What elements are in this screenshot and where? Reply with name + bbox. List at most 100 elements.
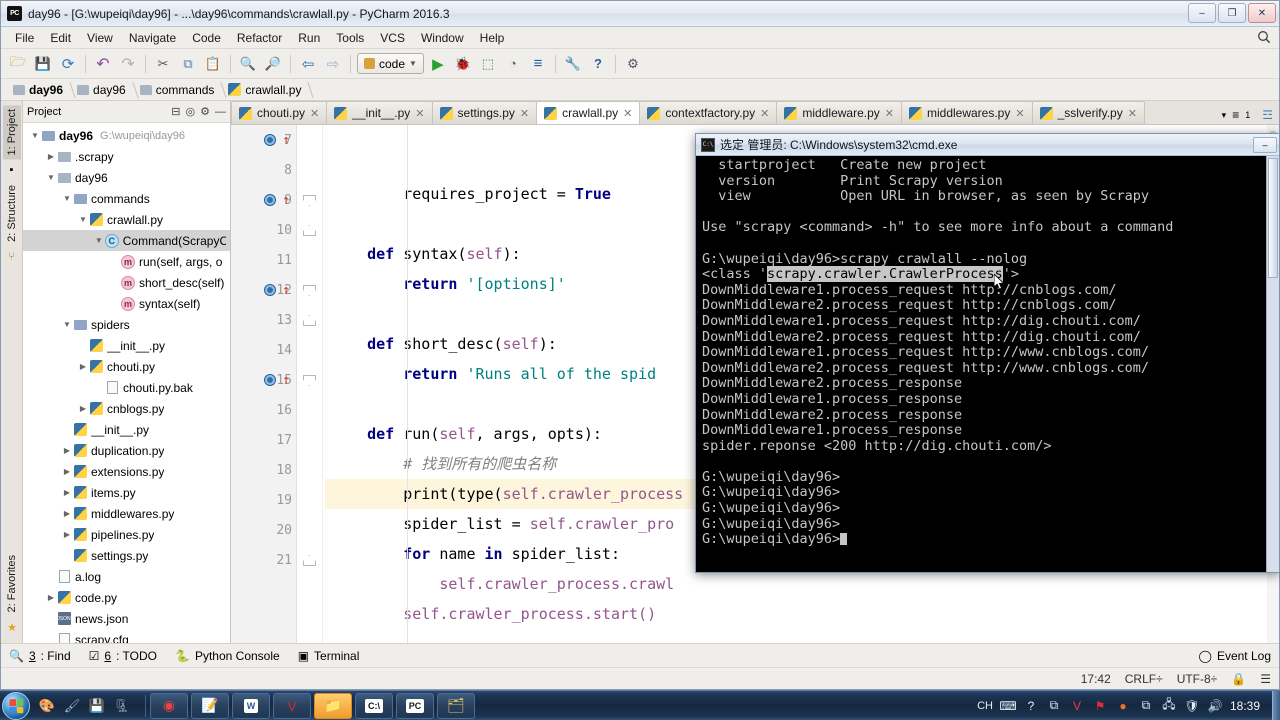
menu-window[interactable]: Window [413, 29, 472, 47]
editor-tab[interactable]: middlewares.py ✕ [900, 101, 1033, 124]
database-icon[interactable]: ☲ [1262, 108, 1273, 122]
fold-handle[interactable] [303, 315, 316, 326]
help-circle-icon[interactable]: ? [1023, 698, 1039, 714]
fold-handle[interactable] [303, 555, 316, 566]
vcs-update-icon[interactable]: ⚙ [622, 53, 644, 75]
expand-arrow[interactable]: ▼ [77, 215, 89, 224]
project-tree[interactable]: ▼ day96 G:\wupeiqi\day96 ▶ .scrapy ▼ day96 ▼… [23, 123, 230, 643]
tool-icon[interactable]: 🗜 [111, 695, 133, 717]
save-all-icon[interactable]: 💾 [32, 53, 54, 75]
breakpoint-icon[interactable] [264, 134, 276, 146]
editor-tab[interactable]: settings.py ✕ [431, 101, 538, 124]
tree-item[interactable]: ▶ chouti.py [23, 356, 230, 377]
tree-item[interactable]: ▼ spiders [23, 314, 230, 335]
line-number[interactable]: 20 [231, 515, 296, 545]
keyboard-icon[interactable]: ⌨ [999, 698, 1016, 714]
line-number[interactable]: 13 [231, 305, 296, 335]
expand-arrow[interactable]: ▼ [61, 320, 73, 329]
tree-item[interactable]: scrapy.cfg [23, 629, 230, 643]
minimize-button[interactable]: – [1188, 3, 1216, 23]
override-arrow-icon[interactable]: ↑ [282, 133, 290, 148]
star-icon[interactable]: ★ [7, 621, 17, 634]
close-icon[interactable]: ✕ [415, 107, 424, 120]
security-icon[interactable]: 🛡 [1184, 698, 1200, 714]
tray-expand-icon[interactable]: ⧉ [1046, 698, 1062, 714]
editor-tab[interactable]: contextfactory.py ✕ [639, 101, 778, 124]
tab-list-icon[interactable]: ≡ [1232, 108, 1239, 122]
editor-tab[interactable]: __init__.py ✕ [326, 101, 433, 124]
line-number[interactable]: 19 [231, 485, 296, 515]
menu-run[interactable]: Run [290, 29, 328, 47]
tree-item[interactable]: settings.py [23, 545, 230, 566]
close-icon[interactable]: ✕ [623, 107, 632, 120]
tree-item[interactable]: ▶ middlewares.py [23, 503, 230, 524]
tree-item[interactable]: __init__.py [23, 419, 230, 440]
flag-tray-icon[interactable]: ⚑ [1092, 698, 1108, 714]
line-number[interactable]: ↑ 15 [231, 365, 296, 395]
search-everywhere-icon[interactable] [1257, 30, 1271, 47]
close-icon[interactable]: ✕ [520, 107, 529, 120]
tree-item[interactable]: ▶ code.py [23, 587, 230, 608]
menu-file[interactable]: File [7, 29, 42, 47]
expand-arrow[interactable]: ▶ [61, 446, 73, 455]
menu-vcs[interactable]: VCS [372, 29, 413, 47]
tree-item[interactable]: JSON news.json [23, 608, 230, 629]
find-icon[interactable]: 🔍 [237, 53, 259, 75]
tool-terminal[interactable]: ▣ Terminal [298, 649, 360, 663]
close-icon[interactable]: ✕ [1015, 107, 1024, 120]
menu-navigate[interactable]: Navigate [121, 29, 184, 47]
notepadpp-taskbtn[interactable]: 📝 [191, 692, 229, 719]
tree-root-row[interactable]: ▼ day96 G:\wupeiqi\day96 [23, 125, 230, 146]
fold-column[interactable] [297, 125, 323, 643]
coverage-icon[interactable]: ⬚ [477, 53, 499, 75]
commander-icon[interactable]: ▪ [10, 164, 14, 176]
line-number[interactable]: 10 [231, 215, 296, 245]
pycharm-taskbtn[interactable]: PC [396, 692, 434, 719]
tree-item[interactable]: ▼ crawlall.py [23, 209, 230, 230]
undo-icon[interactable]: ↶ [92, 53, 114, 75]
tree-item[interactable]: ▶ extensions.py [23, 461, 230, 482]
tree-item[interactable]: m short_desc(self) [23, 272, 230, 293]
folder-taskbtn[interactable]: 🗂 [437, 692, 475, 719]
forward-icon[interactable]: ⇨ [322, 53, 344, 75]
expand-arrow[interactable]: ▼ [29, 131, 41, 140]
menu-view[interactable]: View [79, 29, 121, 47]
tool-todo[interactable]: ☑ 6 : TODO [89, 649, 157, 663]
network-icon[interactable]: 🖧 [1161, 697, 1177, 714]
menu-refactor[interactable]: Refactor [229, 29, 290, 47]
tree-item[interactable]: ▶ .scrapy [23, 146, 230, 167]
tool-find[interactable]: 🔍 3 : Find [9, 649, 71, 663]
redo-icon[interactable]: ↷ [117, 53, 139, 75]
structure-icon[interactable]: ⑂ [8, 251, 15, 263]
breakpoint-icon[interactable] [264, 284, 276, 296]
chevron-down-icon[interactable]: ▾ [1222, 110, 1227, 121]
maximize-button[interactable]: ❐ [1218, 3, 1246, 23]
status-line-ending[interactable]: CRLF÷ [1125, 672, 1163, 686]
breakpoint-icon[interactable] [264, 194, 276, 206]
fold-handle[interactable] [303, 195, 316, 206]
line-number[interactable]: 11 [231, 245, 296, 275]
breadcrumb-item-project[interactable]: day96 [9, 79, 73, 101]
cmd-scrollbar-thumb[interactable] [1268, 158, 1278, 278]
line-number[interactable]: 8 [231, 155, 296, 185]
tree-item[interactable]: ▼ day96 [23, 167, 230, 188]
menu-help[interactable]: Help [472, 29, 513, 47]
tool-python-console[interactable]: 🐍 Python Console [175, 649, 280, 663]
volume-icon[interactable]: 🔊 [1207, 698, 1223, 714]
status-encoding[interactable]: UTF-8÷ [1177, 672, 1218, 686]
chrome-taskbtn[interactable]: ◉ [150, 692, 188, 719]
tree-item[interactable]: ▶ duplication.py [23, 440, 230, 461]
window-tray-icon[interactable]: ⧉ [1138, 698, 1154, 714]
help-icon[interactable]: ? [587, 53, 609, 75]
editor-tab[interactable]: crawlall.py ✕ [536, 101, 641, 124]
expand-arrow[interactable]: ▼ [93, 236, 105, 245]
editor-gutter[interactable]: ↑ 7 8 ↑ 9 10 11 ↑ 12 13 14 ↑ 15 16 17 18 19 20 21 [231, 125, 297, 643]
expand-arrow[interactable]: ▶ [61, 530, 73, 539]
expand-arrow[interactable]: ▶ [45, 152, 57, 161]
youdao-tray-icon[interactable]: V [1069, 698, 1085, 714]
console-selection[interactable]: scrapy.crawler.CrawlerProcess [767, 266, 1003, 283]
breadcrumb-item-file[interactable]: crawlall.py [224, 79, 311, 101]
save-icon[interactable]: 💾 [86, 695, 108, 717]
run-icon[interactable]: ▶ [427, 53, 449, 75]
editor-tab[interactable]: middleware.py ✕ [776, 101, 902, 124]
